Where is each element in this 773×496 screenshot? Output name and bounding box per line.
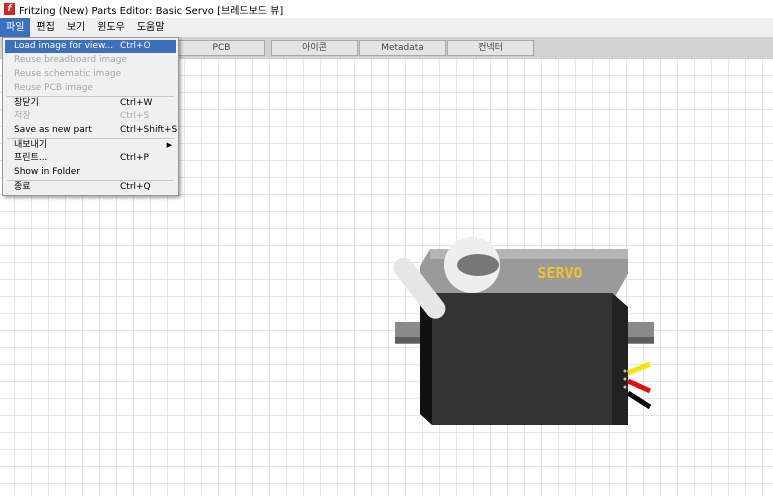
wire-yellow — [627, 361, 651, 376]
servo-body — [432, 293, 628, 425]
menu-item-reuse-breadboard: Reuse breadboard image — [14, 55, 128, 65]
tab-pcb[interactable]: PCB — [178, 40, 265, 56]
tab-metadata[interactable]: Metadata — [359, 40, 446, 56]
menu-item-print[interactable]: 프린트... Ctrl+P — [5, 152, 176, 165]
servo-body-right-side — [612, 293, 628, 425]
menu-item-save: 저장 Ctrl+S — [14, 111, 150, 121]
menu-bar: 파일 편집 보기 윈도우 도움말 — [0, 18, 773, 37]
menu-item-load-image[interactable]: Load image for view... Ctrl+O — [5, 40, 176, 53]
window-title: Fritzing (New) Parts Editor: Basic Servo… — [19, 5, 284, 17]
title-bar: f Fritzing (New) Parts Editor: Basic Ser… — [0, 0, 773, 18]
servo-label: SERVO — [537, 264, 582, 282]
tab-icon[interactable]: 아이콘 — [271, 40, 358, 56]
menu-item-show-in-folder[interactable]: Show in Folder — [5, 166, 176, 179]
wire-black — [626, 390, 652, 410]
wire-red — [626, 378, 652, 394]
menu-window[interactable]: 윈도우 — [91, 18, 131, 37]
submenu-arrow-icon: ▶ — [166, 141, 172, 149]
menu-item-reuse-schematic: Reuse schematic image — [14, 69, 122, 79]
menu-item-save-as-new-part[interactable]: Save as new part Ctrl+Shift+S — [5, 124, 177, 137]
file-menu-dropdown: Load image for view... Ctrl+O Reuse brea… — [2, 37, 179, 196]
menu-file[interactable]: 파일 — [0, 18, 31, 37]
menu-edit[interactable]: 편집 — [30, 18, 60, 37]
fritzing-logo-icon: f — [4, 3, 15, 15]
menu-help[interactable]: 도움말 — [131, 18, 171, 37]
tab-connectors[interactable]: 컨넥터 — [447, 40, 534, 56]
menu-item-quit[interactable]: 종료 Ctrl+Q — [5, 181, 176, 194]
menu-view[interactable]: 보기 — [61, 18, 91, 37]
menu-item-close-window[interactable]: 창닫기 Ctrl+W — [5, 97, 176, 110]
menu-item-export[interactable]: 내보내기 ▶ — [5, 139, 176, 152]
menu-item-reuse-pcb: Reuse PCB image — [14, 83, 93, 93]
